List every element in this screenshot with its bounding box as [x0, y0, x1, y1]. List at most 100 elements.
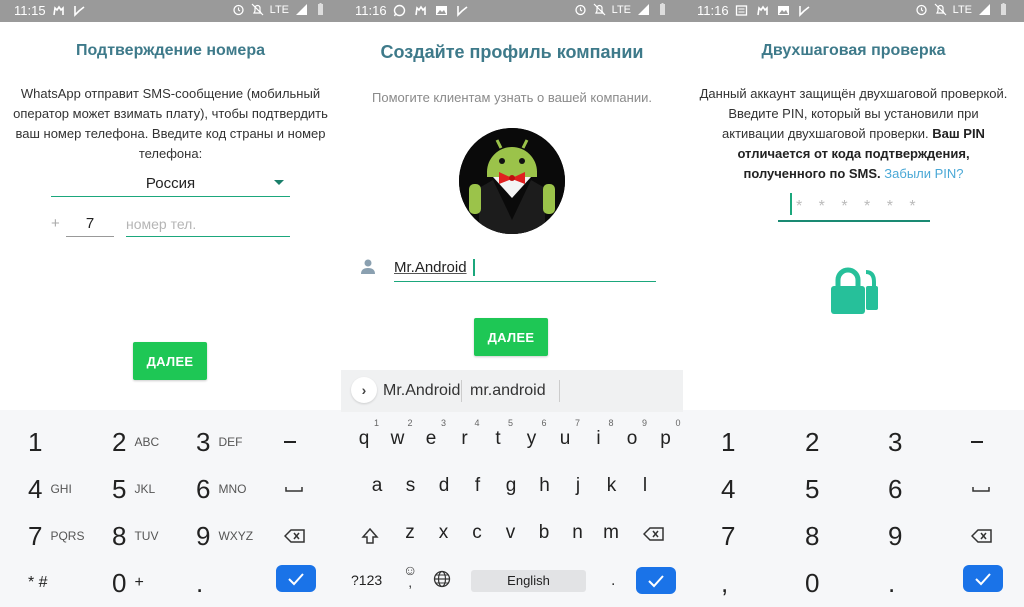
letter-key-m[interactable]: m — [596, 522, 626, 544]
digit-key-8[interactable]: 8 TUV — [112, 516, 158, 556]
letter-key-z[interactable]: z — [395, 522, 425, 544]
letter-key-f[interactable]: f — [463, 475, 493, 497]
letter-key-p[interactable]: p0 — [651, 418, 680, 450]
suggestion-divider — [461, 380, 462, 402]
backspace-key[interactable] — [971, 516, 993, 556]
key-letter: u — [559, 428, 571, 449]
letter-key-u[interactable]: u7 — [550, 418, 580, 450]
digit-key-9[interactable]: 9 WXYZ — [196, 516, 253, 556]
symbols-key[interactable]: ?123 — [351, 572, 382, 588]
globe-icon[interactable] — [433, 570, 451, 593]
digit-key-9[interactable]: 9 — [888, 516, 902, 556]
suggestion-item[interactable]: Mr.Android — [383, 382, 460, 400]
digit-key-0[interactable]: 0 — [805, 563, 819, 603]
period-key[interactable]: . — [888, 563, 895, 603]
space-key[interactable] — [971, 469, 991, 509]
period-key[interactable]: . — [611, 572, 615, 590]
digit-key-1[interactable]: 1 — [721, 422, 735, 462]
message-icon — [735, 4, 748, 17]
dash-key[interactable] — [971, 422, 983, 462]
country-select[interactable]: Россия — [51, 170, 290, 197]
digit-key-6[interactable]: 6 MNO — [196, 469, 246, 509]
digit-key-2[interactable]: 2 ABC — [112, 422, 159, 462]
digit-key-3[interactable]: 3 — [888, 422, 902, 462]
letter-key-s[interactable]: s — [396, 475, 426, 497]
notifications-off-icon — [934, 3, 947, 16]
letter-key-h[interactable]: h — [530, 475, 560, 497]
next-button[interactable]: ДАЛЕЕ — [133, 342, 207, 380]
emoji-comma-key[interactable]: ☺, — [403, 563, 417, 589]
digit-key-7[interactable]: 7 — [721, 516, 735, 556]
check-icon — [975, 572, 991, 585]
country-code-input[interactable]: 7 — [66, 210, 114, 237]
digit-key-1[interactable]: 1 — [28, 422, 42, 462]
space-icon — [285, 487, 303, 492]
screens-collage: 11:15 LTE Подтверждение номера WhatsApp … — [0, 0, 1024, 607]
letter-key-t[interactable]: t5 — [483, 418, 513, 450]
letter-key-l[interactable]: l — [630, 475, 660, 497]
letter-key-g[interactable]: g — [496, 475, 526, 497]
suggestion-item[interactable]: mr.android — [470, 382, 546, 400]
digit-key-4[interactable]: 4 — [721, 469, 735, 509]
letter-key-j[interactable]: j — [563, 475, 593, 497]
letter-key-d[interactable]: d — [429, 475, 459, 497]
comma-key[interactable]: , — [721, 563, 728, 603]
key-letter: q — [358, 428, 370, 449]
phone-number-input[interactable] — [126, 210, 290, 236]
letter-key-n[interactable]: n — [563, 522, 593, 544]
network-type: LTE — [952, 3, 972, 16]
digit-key-6[interactable]: 6 — [888, 469, 902, 509]
letter-key-a[interactable]: a — [362, 475, 392, 497]
backspace-key[interactable] — [284, 516, 306, 556]
digit-key-5[interactable]: 5 — [805, 469, 819, 509]
digit-key-7[interactable]: 7 PQRS — [28, 516, 84, 556]
next-button[interactable]: ДАЛЕЕ — [474, 318, 548, 356]
letter-key-e[interactable]: e3 — [416, 418, 446, 450]
key-digit: 2 — [112, 426, 127, 457]
key-digit: 4 — [721, 473, 736, 504]
expand-chevron-icon[interactable]: › — [351, 377, 377, 403]
letter-key-q[interactable]: q1 — [349, 418, 379, 450]
digit-key-2[interactable]: 2 — [805, 422, 819, 462]
letter-key-r[interactable]: r4 — [450, 418, 479, 450]
key-digit: 4 — [28, 473, 43, 504]
period-key[interactable]: . — [196, 563, 203, 603]
key-letter: y — [526, 428, 537, 449]
digit-key-4[interactable]: 4 GHI — [28, 469, 72, 509]
forgot-pin-link[interactable]: Забыли PIN? — [884, 166, 963, 181]
battery-icon — [656, 3, 669, 16]
key-letters: MNO — [218, 482, 247, 496]
page-title: Создайте профиль компании — [380, 42, 644, 62]
done-key[interactable] — [636, 567, 676, 594]
digit-key-3[interactable]: 3 DEF — [196, 422, 242, 462]
letter-key-i[interactable]: i8 — [584, 418, 613, 450]
business-name-input[interactable]: Mr.Android — [394, 254, 656, 282]
letter-key-b[interactable]: b — [529, 522, 559, 544]
key-letter: t — [495, 428, 501, 449]
space-key[interactable]: English — [471, 570, 586, 592]
shift-key[interactable] — [355, 526, 385, 552]
pin-input[interactable]: * * * * * * — [778, 190, 930, 222]
letter-key-y[interactable]: y6 — [517, 418, 547, 450]
letter-key-v[interactable]: v — [496, 522, 526, 544]
space-key[interactable] — [284, 469, 304, 509]
page-title: Двухшаговая проверка — [761, 42, 946, 59]
backspace-icon — [971, 529, 992, 543]
star-hash-key[interactable]: * # — [28, 563, 48, 603]
key-label: . — [888, 567, 896, 598]
letter-key-c[interactable]: c — [462, 522, 492, 544]
done-key[interactable] — [276, 565, 316, 592]
digit-key-8[interactable]: 8 — [805, 516, 819, 556]
letter-key-k[interactable]: k — [597, 475, 627, 497]
key-digit: 6 — [196, 473, 211, 504]
letter-key-o[interactable]: o9 — [617, 418, 647, 450]
key-letter: r — [461, 428, 468, 449]
letter-key-w[interactable]: w2 — [383, 418, 413, 450]
digit-key-5[interactable]: 5 JKL — [112, 469, 155, 509]
dash-key[interactable] — [284, 422, 296, 462]
backspace-key[interactable] — [639, 526, 669, 548]
profile-photo[interactable] — [459, 128, 565, 234]
letter-key-x[interactable]: x — [429, 522, 459, 544]
done-key[interactable] — [963, 565, 1003, 592]
digit-key-0[interactable]: 0 + — [112, 563, 144, 603]
